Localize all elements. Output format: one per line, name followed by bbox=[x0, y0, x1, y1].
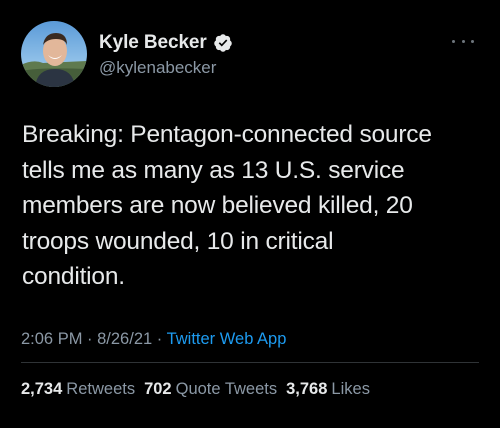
tweet-card: Kyle Becker @kylenabecker Breaking: Pent… bbox=[0, 0, 500, 428]
more-horizontal-icon[interactable] bbox=[452, 36, 474, 46]
tweet-time[interactable]: 2:06 PM bbox=[21, 330, 82, 348]
tweet-meta: 2:06 PM · 8/26/21 · Twitter Web App bbox=[21, 330, 286, 349]
meta-separator: · bbox=[152, 330, 167, 348]
name-row: Kyle Becker bbox=[99, 32, 233, 54]
likes-stat[interactable]: 3,768 Likes bbox=[286, 380, 370, 398]
tweet-source-link[interactable]: Twitter Web App bbox=[167, 330, 287, 348]
quote-tweets-label: Quote Tweets bbox=[175, 380, 278, 398]
tweet-text: Breaking: Pentagon-connected source tell… bbox=[22, 121, 432, 290]
verified-badge-icon bbox=[213, 33, 233, 53]
user-handle[interactable]: @kylenabecker bbox=[99, 58, 216, 78]
likes-label: Likes bbox=[331, 380, 370, 398]
quote-tweets-stat[interactable]: 702 Quote Tweets bbox=[144, 380, 277, 398]
divider bbox=[21, 362, 479, 363]
profile-photo bbox=[21, 21, 87, 87]
avatar[interactable] bbox=[21, 21, 87, 87]
retweets-stat[interactable]: 2,734 Retweets bbox=[21, 380, 135, 398]
tweet-date[interactable]: 8/26/21 bbox=[97, 330, 152, 348]
quote-tweets-count: 702 bbox=[144, 380, 172, 398]
retweets-label: Retweets bbox=[66, 380, 136, 398]
likes-count: 3,768 bbox=[286, 380, 328, 398]
display-name[interactable]: Kyle Becker bbox=[99, 32, 207, 54]
engagement-stats: 2,734 Retweets 702 Quote Tweets 3,768 Likes bbox=[21, 380, 379, 399]
retweets-count: 2,734 bbox=[21, 380, 63, 398]
meta-separator: · bbox=[82, 330, 98, 348]
